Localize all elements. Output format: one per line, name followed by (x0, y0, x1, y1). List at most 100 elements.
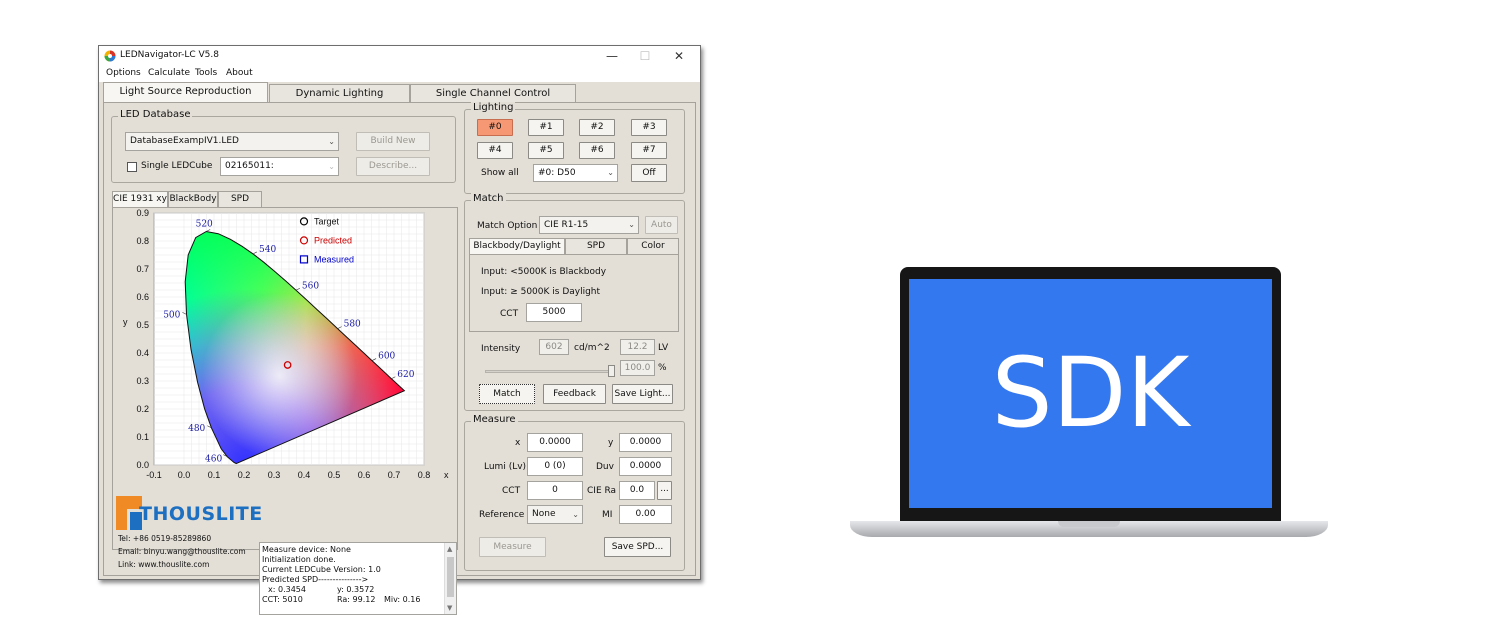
x-tick-label: 0.3 (268, 470, 281, 480)
tab-match-color[interactable]: Color (627, 238, 679, 254)
legend-label-measured: Measured (314, 254, 354, 264)
tab-blackbody[interactable]: BlackBody (168, 191, 218, 207)
tab-single-channel-control[interactable]: Single Channel Control (410, 84, 576, 102)
cie-ra-details-button[interactable]: ... (657, 481, 672, 500)
lighting-preset-select[interactable]: #0: D50 ⌄ (533, 164, 618, 182)
scroll-thumb[interactable] (447, 557, 454, 597)
measure-y-field[interactable]: 0.0000 (619, 433, 672, 452)
log-line: Current LEDCube Version: 1.0 (262, 565, 381, 574)
led-database-group: LED Database DatabaseExampIV1.LED ⌄ Buil… (111, 109, 456, 183)
tab-light-source-reproduction[interactable]: Light Source Reproduction (103, 82, 268, 102)
duv-field[interactable]: 0.0000 (619, 457, 672, 476)
lighting-preset-0-button[interactable]: #0 (477, 119, 513, 136)
reference-value: None (532, 509, 556, 519)
wavelength-label-600: 600 (378, 352, 395, 362)
window-title: LEDNavigator-LC V5.8 (120, 50, 219, 60)
ledcube-select[interactable]: 02165011: ⌄ (220, 157, 339, 176)
menu-calculate[interactable]: Calculate (148, 68, 190, 78)
slider-track (485, 370, 615, 373)
save-spd-button[interactable]: Save SPD... (604, 537, 671, 557)
tab-spd[interactable]: SPD (218, 191, 262, 207)
lighting-group: Lighting #0 #1 #2 #3 #4 #5 #6 #7 Show al… (464, 102, 685, 194)
tab-dynamic-lighting[interactable]: Dynamic Lighting (269, 84, 410, 102)
cct-input[interactable]: 5000 (526, 303, 582, 322)
x-tick-label: 0.5 (328, 470, 341, 480)
y-tick-label: 0.9 (136, 209, 149, 218)
input-rule-daylight: Input: ≥ 5000K is Daylight (481, 287, 601, 297)
match-button[interactable]: Match (479, 384, 535, 404)
lighting-preset-4-button[interactable]: #4 (477, 142, 513, 159)
y-axis-label: y (123, 317, 128, 327)
lv-unit: LV (658, 343, 669, 353)
database-select[interactable]: DatabaseExampIV1.LED ⌄ (125, 132, 339, 151)
lighting-title: Lighting (471, 102, 516, 113)
x-tick-label: 0.4 (298, 470, 311, 480)
maximize-button[interactable]: ☐ (632, 48, 658, 64)
log-line: y: 0.3572 (337, 585, 375, 594)
lighting-preset-value: #0: D50 (538, 168, 576, 178)
lighting-preset-2-button[interactable]: #2 (579, 119, 615, 136)
show-all-label[interactable]: Show all (481, 168, 519, 178)
x-tick-label: 0.8 (418, 470, 431, 480)
cie-ra-label: CIE Ra (587, 486, 617, 496)
intensity-slider[interactable] (485, 365, 615, 377)
match-title: Match (471, 193, 506, 204)
brand-link: Link: www.thouslite.com (118, 560, 210, 569)
log-line: x: 0.3454 (268, 585, 306, 594)
reference-select[interactable]: None ⌄ (527, 505, 583, 524)
sdk-label: SDK (991, 337, 1190, 449)
measure-cct-field[interactable]: 0 (527, 481, 583, 500)
y-tick-label: 0.4 (136, 348, 149, 358)
log-line: Initialization done. (262, 555, 336, 564)
slider-thumb[interactable] (608, 365, 615, 377)
menu-tools[interactable]: Tools (195, 68, 217, 78)
lighting-preset-5-button[interactable]: #5 (528, 142, 564, 159)
input-rule-blackbody: Input: <5000K is Blackbody (481, 267, 607, 277)
cie-ra-field[interactable]: 0.0 (619, 481, 655, 500)
scroll-up-icon[interactable]: ▲ (447, 545, 452, 553)
close-button[interactable]: ✕ (666, 48, 692, 64)
auto-button[interactable]: Auto (645, 216, 678, 234)
build-new-button[interactable]: Build New (356, 132, 430, 151)
minimize-button[interactable]: — (599, 48, 625, 64)
log-scrollbar[interactable]: ▲ ▼ (444, 543, 456, 614)
lumi-field[interactable]: 0 (0) (527, 457, 583, 476)
menu-options[interactable]: Options (106, 68, 141, 78)
mi-label: MI (602, 510, 613, 520)
tab-match-spd[interactable]: SPD (565, 238, 627, 254)
lighting-preset-1-button[interactable]: #1 (528, 119, 564, 136)
match-option-select[interactable]: CIE R1-15 ⌄ (539, 216, 639, 234)
tab-cie-1931-xy[interactable]: CIE 1931 xy (112, 191, 168, 207)
percent-input[interactable]: 100.0 (620, 360, 655, 376)
feedback-button[interactable]: Feedback (543, 384, 606, 404)
cct-label: CCT (500, 309, 519, 319)
lighting-preset-3-button[interactable]: #3 (631, 119, 667, 136)
save-light-button[interactable]: Save Light... (612, 384, 673, 404)
describe-button[interactable]: Describe... (356, 157, 430, 176)
tab-blackbody-daylight[interactable]: Blackbody/Daylight (469, 238, 565, 254)
x-tick-label: -0.1 (146, 470, 162, 480)
scroll-down-icon[interactable]: ▼ (447, 604, 452, 612)
menu-about[interactable]: About (226, 68, 253, 78)
off-button[interactable]: Off (631, 164, 667, 182)
single-ledcube-label: Single LEDCube (141, 161, 213, 171)
y-tick-label: 0.1 (136, 432, 149, 442)
log-line: CCT: 5010 (262, 595, 303, 604)
chevron-down-icon: ⌄ (328, 162, 335, 171)
lv-input[interactable]: 12.2 (620, 339, 655, 355)
lighting-preset-7-button[interactable]: #7 (631, 142, 667, 159)
measure-button[interactable]: Measure (479, 537, 546, 557)
lighting-preset-6-button[interactable]: #6 (579, 142, 615, 159)
x-tick-label: 0.6 (358, 470, 371, 480)
intensity-input[interactable]: 602 (539, 339, 569, 355)
log-line: Miv: 0.16 (384, 595, 421, 604)
y-tick-label: 0.0 (136, 460, 149, 470)
chevron-down-icon: ⌄ (607, 168, 614, 177)
measure-group: Measure x 0.0000 y 0.0000 Lumi (Lv) 0 (0… (464, 414, 685, 571)
mi-field[interactable]: 0.00 (619, 505, 672, 524)
intensity-unit: cd/m^2 (574, 343, 610, 353)
y-tick-label: 0.8 (136, 236, 149, 246)
y-tick-label: 0.2 (136, 404, 149, 414)
single-ledcube-checkbox[interactable] (127, 162, 137, 172)
measure-x-field[interactable]: 0.0000 (527, 433, 583, 452)
